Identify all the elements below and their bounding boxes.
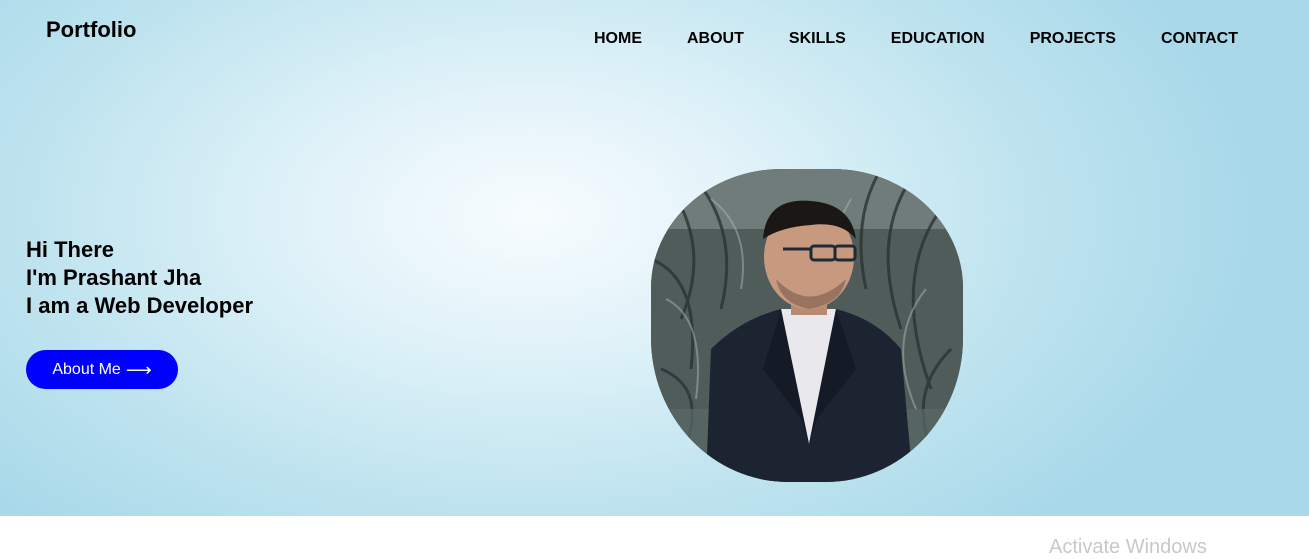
role-text: I am a Web Developer (26, 293, 254, 318)
nav-item-contact[interactable]: CONTACT (1161, 30, 1238, 48)
about-me-button[interactable]: About Me ⟶ (26, 350, 178, 389)
hero-intro: Hi There I'm Prashant Jha I am a Web Dev… (26, 236, 253, 320)
nav-item-about[interactable]: ABOUT (687, 30, 744, 48)
site-logo[interactable]: Portfolio (46, 17, 136, 43)
hero-section: Portfolio HOME ABOUT SKILLS EDUCATION PR… (0, 0, 1309, 516)
name-text: I'm Prashant Jha (26, 265, 202, 290)
main-nav: HOME ABOUT SKILLS EDUCATION PROJECTS CON… (594, 30, 1238, 48)
nav-item-education[interactable]: EDUCATION (891, 30, 985, 48)
nav-item-home[interactable]: HOME (594, 30, 642, 48)
about-me-label: About Me (52, 360, 121, 378)
profile-photo (651, 169, 963, 482)
nav-item-skills[interactable]: SKILLS (789, 30, 846, 48)
arrow-right-icon: ⟶ (125, 359, 152, 380)
greeting-text: Hi There (26, 237, 115, 262)
nav-item-projects[interactable]: PROJECTS (1030, 30, 1116, 48)
